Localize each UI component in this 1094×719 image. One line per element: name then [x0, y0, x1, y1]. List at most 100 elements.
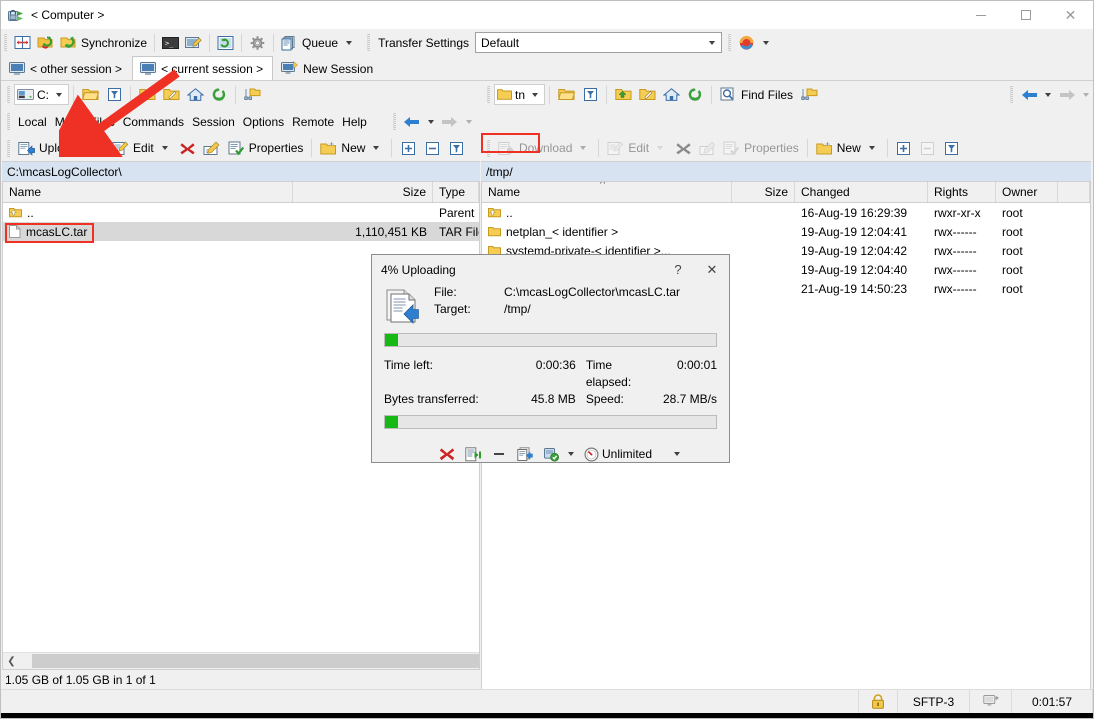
- local-forward-button[interactable]: [438, 110, 462, 133]
- local-filter-button[interactable]: [102, 83, 126, 106]
- remote-edit-button[interactable]: Edit: [603, 137, 671, 160]
- upload-button[interactable]: Upload: [14, 137, 99, 160]
- local-delete-button[interactable]: [176, 137, 200, 160]
- local-rename-button[interactable]: I: [200, 137, 224, 160]
- local-properties-button[interactable]: Properties: [224, 137, 308, 160]
- toolbar-grip[interactable]: [728, 34, 731, 51]
- menu-files[interactable]: Files: [85, 110, 118, 133]
- chevron-down-icon[interactable]: [568, 452, 574, 456]
- local-back-button[interactable]: [400, 110, 424, 133]
- chevron-down-icon[interactable]: [428, 120, 434, 124]
- open-session-in-putty-button[interactable]: [182, 31, 205, 54]
- toolbar-grip[interactable]: [7, 113, 10, 130]
- transfer-settings-select[interactable]: Default: [475, 32, 722, 53]
- chevron-down-icon[interactable]: [1083, 93, 1089, 97]
- toolbar-grip[interactable]: [7, 140, 10, 157]
- remote-properties-button[interactable]: Properties: [719, 137, 803, 160]
- upload-progress-dialog[interactable]: 4% Uploading ? ✕: [371, 254, 730, 463]
- remote-column-name[interactable]: Name ^: [482, 182, 732, 202]
- chevron-down-icon[interactable]: [657, 146, 663, 150]
- status-protocol-cell[interactable]: SFTP-3: [897, 690, 969, 713]
- remote-new-button[interactable]: New: [812, 137, 883, 160]
- remote-forward-button[interactable]: [1055, 83, 1079, 106]
- local-path-bar[interactable]: C:\mcasLogCollector\: [2, 161, 480, 181]
- toolbar-grip[interactable]: [487, 140, 490, 157]
- local-column-size[interactable]: Size: [293, 182, 433, 202]
- queue-button[interactable]: Queue: [278, 31, 359, 54]
- scroll-track[interactable]: [20, 653, 462, 669]
- menu-mark[interactable]: Mark: [51, 110, 86, 133]
- synchronize-browsing-button[interactable]: [34, 31, 57, 54]
- chevron-down-icon[interactable]: [869, 146, 875, 150]
- chevron-down-icon[interactable]: [85, 146, 91, 150]
- menu-options[interactable]: Options: [239, 110, 288, 133]
- remote-path-bar[interactable]: /tmp/: [481, 161, 1091, 181]
- local-column-name[interactable]: Name: [3, 182, 293, 202]
- remote-column-size[interactable]: Size: [732, 182, 795, 202]
- status-duration-cell[interactable]: 0:01:57: [1011, 690, 1093, 713]
- toolbar-grip[interactable]: [7, 86, 10, 103]
- skip-file-button[interactable]: [460, 443, 486, 465]
- menu-commands[interactable]: Commands: [119, 110, 188, 133]
- remote-rename-button[interactable]: [695, 137, 719, 160]
- synchronize-button[interactable]: Synchronize: [57, 31, 150, 54]
- chevron-left-icon[interactable]: ❮: [3, 653, 20, 669]
- chevron-down-icon[interactable]: [346, 41, 352, 45]
- remote-column-owner[interactable]: Owner: [996, 182, 1058, 202]
- queue-transfer-button[interactable]: [512, 443, 538, 465]
- remote-parent-directory-button[interactable]: [611, 83, 635, 106]
- session-tab-other[interactable]: < other session >: [1, 56, 132, 80]
- find-files-button[interactable]: Find Files: [716, 83, 797, 106]
- local-new-button[interactable]: New: [316, 137, 387, 160]
- toolbar-grip[interactable]: [393, 113, 396, 130]
- remote-select-button[interactable]: [892, 137, 916, 160]
- remote-refresh-button[interactable]: [683, 83, 707, 106]
- chevron-down-icon[interactable]: [373, 146, 379, 150]
- speed-limit-control[interactable]: Unlimited: [584, 447, 652, 462]
- local-refresh-button[interactable]: [207, 83, 231, 106]
- local-selection-filter-button[interactable]: [444, 137, 468, 160]
- remote-home-directory-button[interactable]: [659, 83, 683, 106]
- local-open-directory-button[interactable]: [78, 83, 102, 106]
- toolbar-grip[interactable]: [367, 34, 370, 51]
- remote-selection-filter-button[interactable]: [940, 137, 964, 160]
- local-root-directory-button[interactable]: [159, 83, 183, 106]
- toolbar-grip[interactable]: [487, 86, 490, 103]
- local-unselect-button[interactable]: [420, 137, 444, 160]
- local-select-button[interactable]: [396, 137, 420, 160]
- session-tab-current[interactable]: < current session >: [132, 56, 273, 80]
- dialog-help-button[interactable]: ?: [661, 255, 695, 284]
- chevron-down-icon[interactable]: [674, 452, 680, 456]
- remote-open-directory-button[interactable]: [554, 83, 578, 106]
- chevron-down-icon[interactable]: [763, 41, 769, 45]
- table-row[interactable]: .. 16-Aug-19 16:29:39 rwxr-xr-x root: [482, 203, 1090, 222]
- scroll-thumb[interactable]: [32, 654, 480, 668]
- local-horizontal-scrollbar[interactable]: ❮ ❯: [3, 652, 479, 669]
- local-directory-tree-button[interactable]: [240, 83, 264, 106]
- remote-column-changed[interactable]: Changed: [795, 182, 928, 202]
- compare-directories-button[interactable]: [11, 31, 34, 54]
- table-row[interactable]: .. Parent: [3, 203, 479, 222]
- remote-filter-button[interactable]: [578, 83, 602, 106]
- table-row[interactable]: netplan_< identifier > 19-Aug-19 12:04:4…: [482, 222, 1090, 241]
- remote-delete-button[interactable]: [671, 137, 695, 160]
- chevron-down-icon[interactable]: [466, 120, 472, 124]
- menu-help[interactable]: Help: [338, 110, 371, 133]
- remote-directory-tree-button[interactable]: [797, 83, 821, 106]
- on-completion-button[interactable]: [538, 443, 564, 465]
- toolbar-grip[interactable]: [4, 34, 7, 51]
- download-button[interactable]: Download: [494, 137, 594, 160]
- local-column-type[interactable]: Type: [433, 182, 479, 202]
- status-transfer-cell[interactable]: [969, 690, 1011, 713]
- chevron-down-icon[interactable]: [532, 93, 538, 97]
- chevron-down-icon[interactable]: [1045, 93, 1051, 97]
- session-tab-new[interactable]: New Session: [273, 56, 383, 80]
- dialog-close-button[interactable]: ✕: [695, 255, 729, 284]
- remote-back-button[interactable]: [1017, 83, 1041, 106]
- remote-unselect-button[interactable]: [916, 137, 940, 160]
- close-icon[interactable]: ✕: [1048, 1, 1093, 29]
- minimize-icon[interactable]: [958, 1, 1003, 29]
- chevron-down-icon[interactable]: [580, 146, 586, 150]
- remote-root-directory-button[interactable]: [635, 83, 659, 106]
- table-row[interactable]: mcasLC.tar 1,110,451 KB TAR File: [3, 222, 479, 241]
